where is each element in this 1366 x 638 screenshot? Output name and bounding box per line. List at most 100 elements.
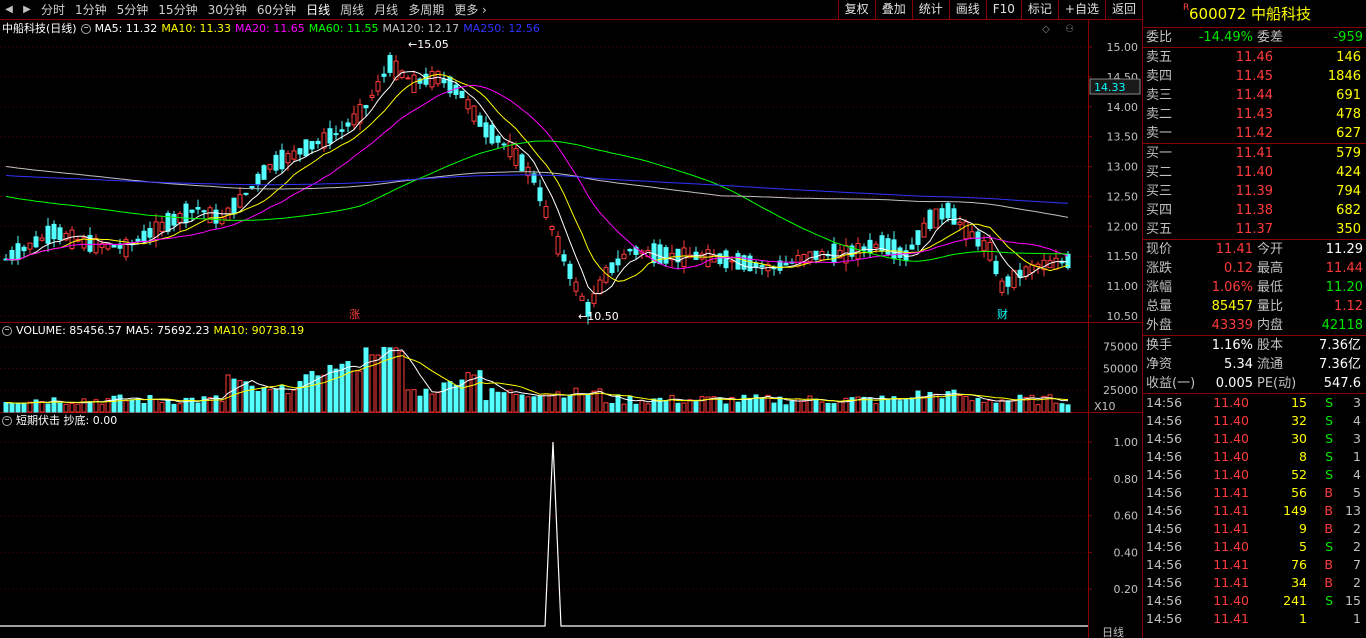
volume-bar xyxy=(993,402,999,413)
sell-order-book: 卖五 11.46 146 卖四 11.45 1846 卖三 11.44 691 卖二 11.43 47… xyxy=(1143,48,1366,144)
period-tab-3[interactable]: 15分钟 xyxy=(153,0,202,20)
volume-bar xyxy=(633,403,639,413)
buy-level-4[interactable]: 买四 11.38 682 xyxy=(1143,201,1366,220)
volume-bar xyxy=(1065,404,1071,413)
volume-bar xyxy=(417,395,423,413)
volume-bar xyxy=(717,397,723,413)
tick-time: 14:56 xyxy=(1146,467,1183,482)
sell-level-3[interactable]: 卖三 11.44 691 xyxy=(1143,86,1366,105)
sell-level-1-label: 卖一 xyxy=(1146,126,1173,141)
panel-control-icons[interactable]: ◇ ⚇ xyxy=(1042,24,1080,35)
tick-row: 14:56 11.40 15 S 3 xyxy=(1143,394,1366,412)
volume-settings-icon[interactable] xyxy=(2,326,12,336)
stat-value-2b: 11.20 xyxy=(1325,280,1363,295)
candle-body xyxy=(999,280,1005,293)
period-tab-5[interactable]: 60分钟 xyxy=(252,0,301,20)
stat-row-4: 外盘 43339 内盘 42118 xyxy=(1143,316,1366,335)
period-tab-6[interactable]: 日线 xyxy=(301,0,335,20)
toolbar-button-3[interactable]: 画线 xyxy=(948,0,986,20)
tick-price: 11.40 xyxy=(1213,593,1249,608)
toolbar-button-1[interactable]: 叠加 xyxy=(874,0,912,20)
stat-label-1b: 最高 xyxy=(1257,261,1284,276)
stat-value-0b: 11.29 xyxy=(1325,242,1363,257)
fundamentals: 换手 1.16% 股本 7.36亿 净资 5.34 流通 7.36亿 收益(一) 0.005 PE(… xyxy=(1143,336,1366,394)
volume-bar xyxy=(573,387,579,413)
volume-bar xyxy=(963,395,969,413)
sell-level-1[interactable]: 卖一 11.42 627 xyxy=(1143,124,1366,143)
ma-legend-2: MA20: 11.65 xyxy=(235,22,305,35)
candle-body xyxy=(39,237,45,241)
buy-level-3[interactable]: 买三 11.39 794 xyxy=(1143,182,1366,201)
indicator-settings-icon[interactable] xyxy=(2,416,12,426)
tick-time: 14:56 xyxy=(1146,431,1183,446)
volume-bar xyxy=(825,402,831,413)
sell-level-5[interactable]: 卖五 11.46 146 xyxy=(1143,48,1366,67)
toolbar-button-5[interactable]: 标记 xyxy=(1020,0,1058,20)
volume-bar xyxy=(501,392,507,413)
next-arrow-icon[interactable]: ▶ xyxy=(18,0,36,20)
fund-row-1: 净资 5.34 流通 7.36亿 xyxy=(1143,355,1366,374)
candle-body xyxy=(597,279,603,295)
price-tick-label: 12.50 xyxy=(1107,190,1139,203)
tick-count: 15 xyxy=(1345,593,1361,608)
high-price-marker: ←15.05 xyxy=(408,38,449,51)
toolbar-button-7[interactable]: 返回 xyxy=(1104,0,1142,20)
buy-level-1[interactable]: 买一 11.41 579 xyxy=(1143,144,1366,163)
ma-legend-5: MA250: 12.56 xyxy=(463,22,540,35)
tick-count: 13 xyxy=(1345,503,1361,518)
toolbar-button-4[interactable]: F10 xyxy=(985,0,1021,20)
volume-bar xyxy=(921,396,927,413)
kline-chart-area[interactable]: 15.00 14.50 14.00 13.50 13.00 12.50 12.00 11.50… xyxy=(0,20,1142,638)
stat-value-0a: 11.41 xyxy=(1215,242,1253,257)
buy-level-2[interactable]: 买二 11.40 424 xyxy=(1143,163,1366,182)
tick-volume: 56 xyxy=(1291,485,1307,500)
volume-bar xyxy=(975,398,981,413)
candle-body xyxy=(549,225,555,231)
sell-level-2[interactable]: 卖二 11.43 478 xyxy=(1143,105,1366,124)
tick-volume: 15 xyxy=(1291,395,1307,410)
toolbar-button-2[interactable]: 统计 xyxy=(911,0,949,20)
sell-level-4[interactable]: 卖四 11.45 1846 xyxy=(1143,67,1366,86)
volume-bar xyxy=(117,394,123,413)
candle-body xyxy=(759,264,765,268)
candle-body xyxy=(939,208,945,220)
volume-bar xyxy=(351,370,357,413)
candle-body xyxy=(951,208,957,225)
toolbar-button-6[interactable]: +自选 xyxy=(1057,0,1105,20)
candle-body xyxy=(495,135,501,143)
period-tab-2[interactable]: 5分钟 xyxy=(112,0,154,20)
buy-level-4-label: 买四 xyxy=(1146,203,1173,218)
candle-body xyxy=(807,251,813,263)
period-tab-0[interactable]: 分时 xyxy=(36,0,70,20)
period-tab-10[interactable]: 更多 › xyxy=(449,0,492,20)
candle-body xyxy=(621,253,627,260)
volume-bar xyxy=(297,381,303,413)
candle-body xyxy=(51,223,57,240)
period-tab-7[interactable]: 周线 xyxy=(335,0,369,20)
volume-bar xyxy=(483,400,489,413)
tick-row: 14:56 11.40 52 S 4 xyxy=(1143,466,1366,484)
buy-level-5[interactable]: 买五 11.37 350 xyxy=(1143,220,1366,239)
volume-bar xyxy=(45,403,51,413)
candle-body xyxy=(483,122,489,138)
candle-body xyxy=(657,244,663,265)
prev-arrow-icon[interactable]: ◀ xyxy=(0,0,18,20)
stat-label-4a: 外盘 xyxy=(1146,318,1173,333)
settings-circle-icon[interactable] xyxy=(80,24,91,34)
fund-label-0b: 股本 xyxy=(1257,338,1284,353)
fund-value-2a: 0.005 xyxy=(1215,376,1253,391)
volume-ma10: MA10: 90738.19 xyxy=(213,324,305,337)
weicha-label: 委差 xyxy=(1257,30,1284,45)
event-marker-cai: 财 xyxy=(997,307,1008,321)
tick-volume: 5 xyxy=(1299,539,1307,554)
period-tab-8[interactable]: 月线 xyxy=(369,0,403,20)
period-tab-4[interactable]: 30分钟 xyxy=(203,0,252,20)
buy-level-1-volume: 579 xyxy=(1336,146,1361,161)
tick-list[interactable]: 14:56 11.40 15 S 3 14:56 11.40 32 S 4 14:56 11.40 30… xyxy=(1143,394,1366,628)
toolbar-button-0[interactable]: 复权 xyxy=(837,0,875,20)
volume-bar xyxy=(669,394,675,413)
indicator-tick-label: 0.60 xyxy=(1114,510,1139,523)
candle-body xyxy=(975,231,981,247)
period-tab-9[interactable]: 多周期 xyxy=(403,0,449,20)
period-tab-1[interactable]: 1分钟 xyxy=(70,0,112,20)
